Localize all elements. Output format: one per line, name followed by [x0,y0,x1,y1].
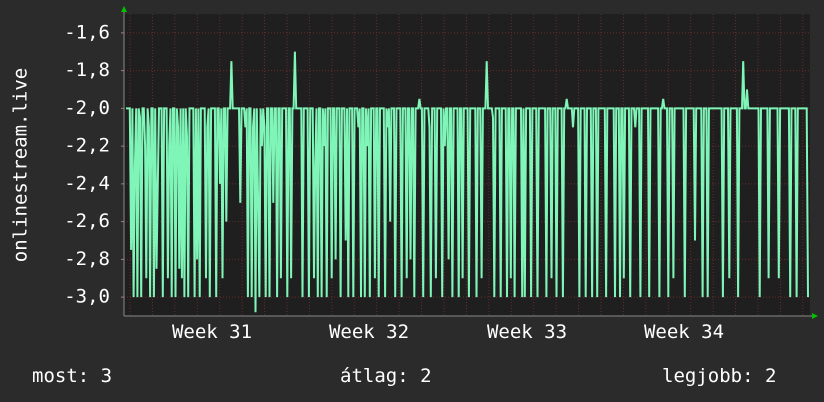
y-tick-label: -2,0 [64,97,110,119]
chart: -1,6 -1,8 -2,0 -2,2 -2,4 -2,6 -2,8 -3,0 Week 31… [0,0,824,402]
x-tick-label: Week 34 [644,321,724,343]
y-tick-label: -2,4 [64,172,110,194]
footer-current: most: 3 [32,365,112,387]
y-tick-label: -2,2 [64,135,110,157]
y-tick-label: -3,0 [64,286,110,308]
x-tick-label: Week 32 [329,321,409,343]
footer-best: legjobb: 2 [662,365,776,387]
footer-average: átlag: 2 [340,365,432,387]
y-tick-label: -1,8 [64,59,110,81]
y-axis-label: onlinestream.live [10,68,32,262]
x-tick-label: Week 31 [172,321,252,343]
x-tick-label: Week 33 [487,321,567,343]
y-tick-label: -2,8 [64,248,110,270]
y-tick-label: -2,6 [64,210,110,232]
y-tick-label: -1,6 [64,21,110,43]
